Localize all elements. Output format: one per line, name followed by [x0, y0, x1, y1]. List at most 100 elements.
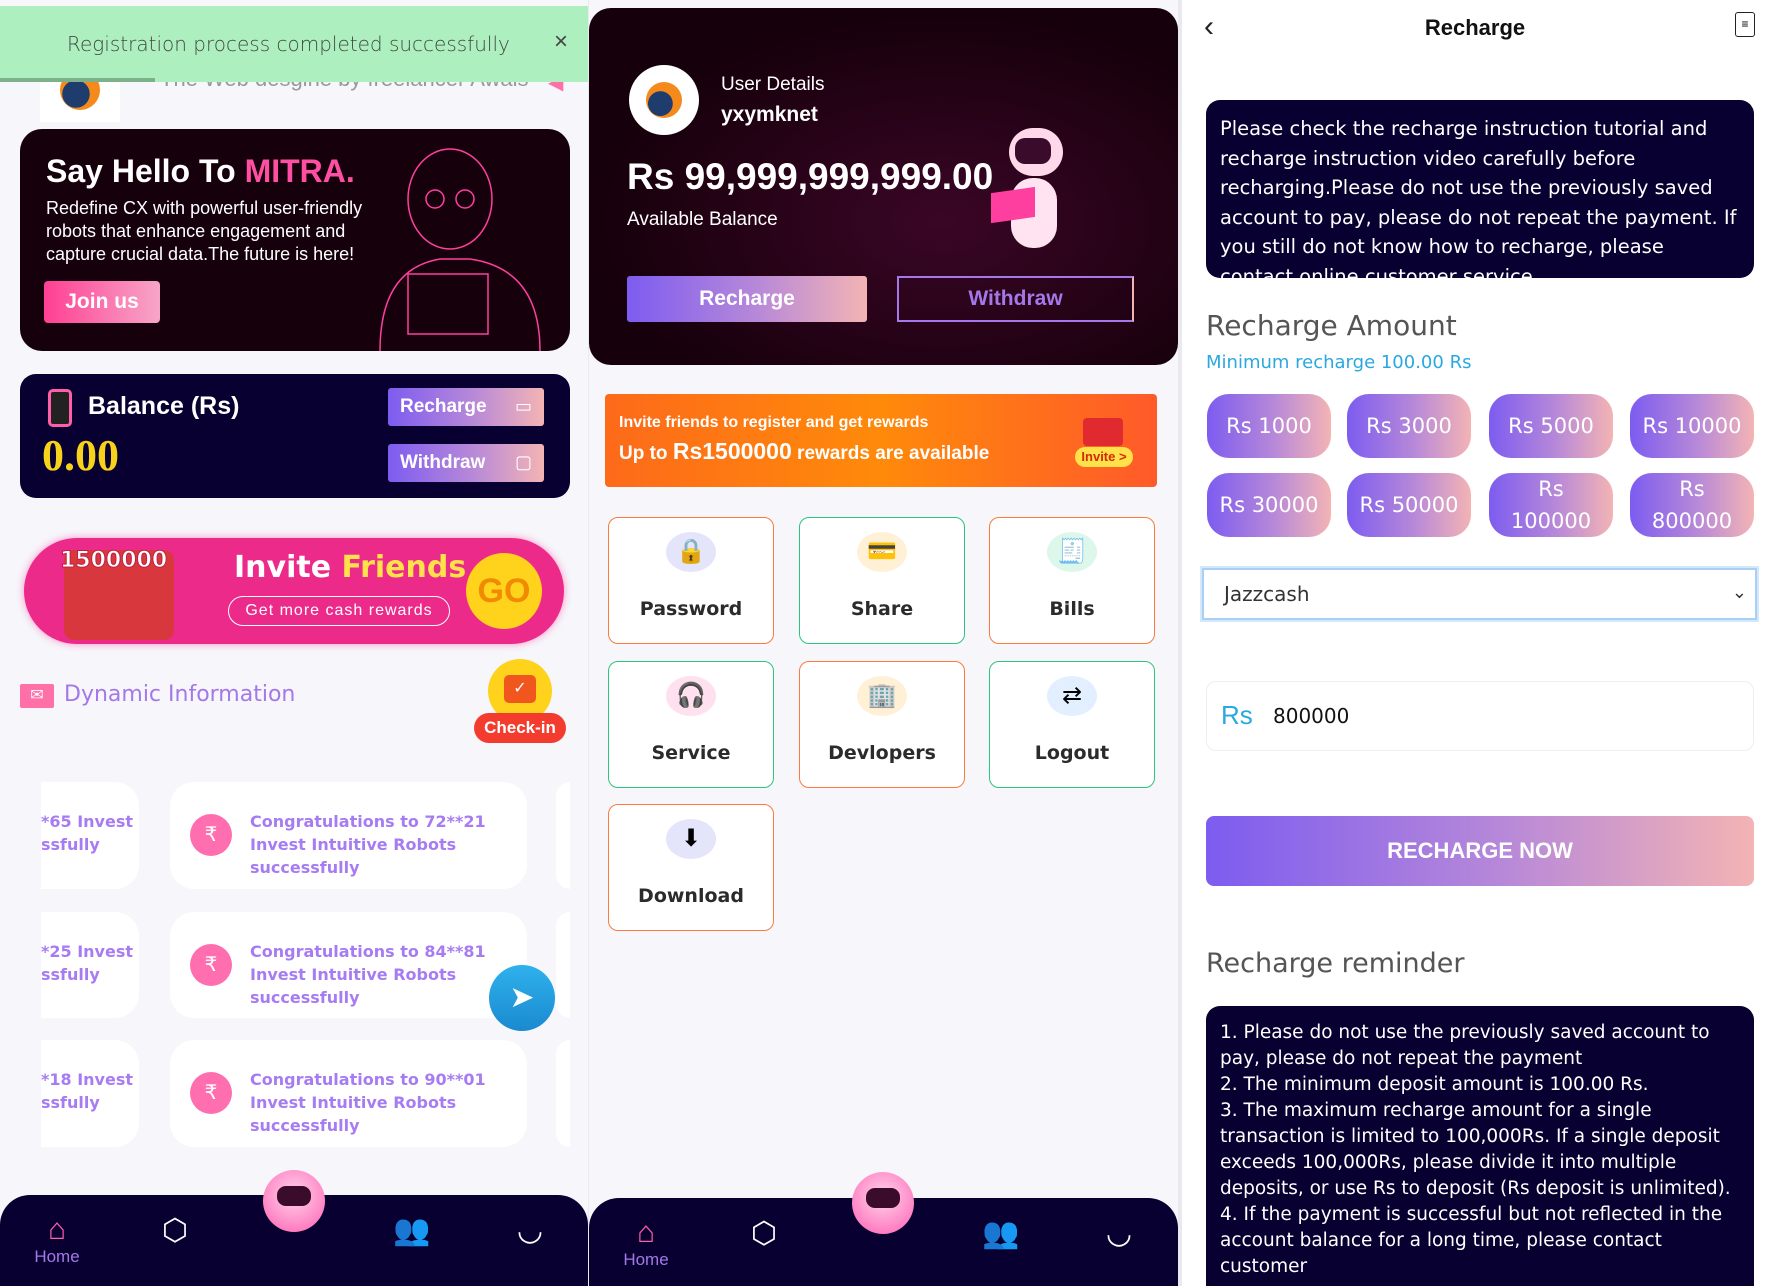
- news-partial-text: *25 Invest ssfully: [41, 942, 133, 984]
- payment-method-value: Jazzcash: [1224, 582, 1310, 606]
- amount-option-button[interactable]: Rs 10000: [1630, 394, 1754, 458]
- menu-tile-share[interactable]: 💳 Share: [799, 517, 965, 644]
- user-avatar: [629, 65, 699, 135]
- toast-progress: [0, 78, 155, 82]
- nav-products-cube-icon[interactable]: ⬡: [155, 1213, 195, 1253]
- lock-icon: 🔒: [666, 532, 716, 572]
- minimum-recharge-note: Minimum recharge 100.00 Rs: [1206, 352, 1472, 373]
- amount-option-button[interactable]: Rs 5000: [1489, 394, 1613, 458]
- news-item-partial: [556, 1040, 570, 1147]
- amount-input[interactable]: Rs 800000: [1206, 681, 1754, 751]
- banner-amount: Rs1500000: [672, 438, 792, 464]
- invite-title: Invite Friends: [234, 550, 466, 585]
- balance-withdraw-button[interactable]: Withdraw ▢: [388, 444, 544, 482]
- robot-outline-illustration: [379, 148, 541, 351]
- nav-profile-icon[interactable]: ◡: [510, 1213, 550, 1253]
- reminder-item: 3. The maximum recharge amount for a sin…: [1220, 1100, 1731, 1199]
- headset-icon: 🎧: [666, 676, 716, 716]
- news-text: Congratulations to 72**21 Invest Intuiti…: [250, 812, 486, 877]
- news-text: Congratulations to 90**01 Invest Intuiti…: [250, 1070, 486, 1135]
- tile-label: Password: [639, 598, 743, 620]
- menu-tile-service[interactable]: 🎧 Service: [608, 661, 774, 788]
- join-us-button[interactable]: Join us: [44, 281, 160, 323]
- nav-team-icon[interactable]: 👥: [392, 1213, 432, 1253]
- amount-value: 800000: [1273, 704, 1350, 728]
- record-document-icon[interactable]: ≡: [1735, 12, 1755, 37]
- instruction-box: Please check the recharge instruction tu…: [1206, 100, 1754, 288]
- hero-body: Redefine CX with powerful user-friendly …: [46, 198, 363, 264]
- payment-method-select[interactable]: Jazzcash ⌄: [1202, 568, 1757, 620]
- banner-line2: Up to Rs1500000 rewards are available: [619, 438, 989, 465]
- user-card: User Details yxymknet Rs 99,999,999,999.…: [589, 8, 1178, 365]
- amount-option-button[interactable]: Rs 3000: [1347, 394, 1471, 458]
- recharge-label: Recharge: [400, 396, 487, 417]
- user-details-label: User Details: [721, 74, 825, 95]
- tile-label: Logout: [1034, 742, 1110, 764]
- robot-laptop-illustration: [991, 118, 1063, 248]
- menu-tile-bills[interactable]: 🧾 Bills: [989, 517, 1155, 644]
- currency-label: Rs: [1221, 700, 1253, 730]
- banner-invite-button[interactable]: Invite >: [1075, 447, 1133, 467]
- balance-card: Balance (Rs) 0.00 Recharge ▭ Withdraw ▢: [20, 374, 570, 498]
- balance-recharge-button[interactable]: Recharge ▭: [388, 388, 544, 426]
- card-icon: 💳: [857, 532, 907, 572]
- swap-icon: ⇄: [1047, 676, 1097, 716]
- download-icon: ⬇: [666, 819, 716, 859]
- invite-friends-banner[interactable]: 1500000 Invite Friends Get more cash rew…: [24, 538, 564, 644]
- news-partial-text: *65 Invest ssfully: [41, 812, 133, 854]
- nav-home-label[interactable]: Home: [27, 1247, 87, 1267]
- recharge-now-button[interactable]: RECHARGE NOW: [1206, 816, 1754, 886]
- amount-option-button[interactable]: Rs 1000: [1207, 394, 1331, 458]
- amount-option-button[interactable]: Rs 100000: [1489, 473, 1613, 537]
- banner-line1: Invite friends to register and get rewar…: [619, 414, 929, 431]
- banner-line2-c: rewards are available: [791, 443, 990, 464]
- profile-panel: User Details yxymknet Rs 99,999,999,999.…: [589, 0, 1178, 1286]
- hero-title-prefix: Say Hello To: [46, 153, 245, 189]
- amount-option-button[interactable]: Rs 30000: [1207, 473, 1331, 537]
- wallet-rupee-icon: ₹: [190, 1072, 232, 1114]
- chevron-down-icon: ⌄: [1731, 582, 1747, 602]
- news-item-partial: [556, 912, 570, 1018]
- user-withdraw-button[interactable]: Withdraw: [897, 276, 1134, 322]
- tile-label: Bills: [1049, 598, 1095, 620]
- wallet-rupee-icon: ₹: [190, 814, 232, 856]
- news-item-partial: [556, 782, 570, 889]
- reminder-item: 2. The minimum deposit amount is 100.00 …: [1220, 1074, 1649, 1095]
- user-recharge-button[interactable]: Recharge: [627, 276, 867, 322]
- tile-label: Download: [638, 885, 744, 907]
- news-item: ₹ Congratulations to 90**01 Invest Intuit…: [170, 1040, 527, 1147]
- reminder-item: 1. Please do not use the previously save…: [1220, 1022, 1710, 1069]
- go-button[interactable]: GO: [466, 553, 542, 629]
- invite-rewards-banner[interactable]: Invite friends to register and get rewar…: [605, 394, 1157, 487]
- nav-robot-button[interactable]: [852, 1172, 914, 1234]
- dynamic-information-title: Dynamic Information: [64, 682, 296, 707]
- recharge-panel: ‹ Recharge ≡ Please check the recharge i…: [1182, 0, 1768, 1286]
- reward-envelope-icon: [1083, 418, 1123, 446]
- nav-products-cube-icon[interactable]: ⬡: [744, 1216, 784, 1256]
- nav-robot-button[interactable]: [263, 1170, 325, 1232]
- menu-tile-devlopers[interactable]: 🏢 Devlopers: [799, 661, 965, 788]
- invite-title-b: Friends: [341, 550, 467, 585]
- menu-tile-logout[interactable]: ⇄ Logout: [989, 661, 1155, 788]
- news-item-partial: *65 Invest ssfully: [41, 782, 139, 889]
- nav-profile-icon[interactable]: ◡: [1099, 1216, 1139, 1256]
- banner-line2-a: Up to: [619, 443, 673, 464]
- nav-home-label[interactable]: Home: [616, 1250, 676, 1270]
- available-balance-value: Rs 99,999,999,999.00: [627, 156, 994, 197]
- menu-tile-download[interactable]: ⬇ Download: [608, 804, 774, 931]
- tile-label: Devlopers: [828, 742, 936, 764]
- amount-option-button[interactable]: Rs 50000: [1347, 473, 1471, 537]
- toast-message: Registration process completed successfu…: [67, 32, 510, 56]
- check-in-button[interactable]: ✓ Check-in: [474, 657, 566, 745]
- menu-tile-password[interactable]: 🔒 Password: [608, 517, 774, 644]
- toast-close-button[interactable]: ×: [554, 28, 568, 56]
- withdraw-label: Withdraw: [400, 452, 486, 473]
- telegram-button[interactable]: ➤: [489, 965, 555, 1031]
- amount-option-button[interactable]: Rs 800000: [1630, 473, 1754, 537]
- logo-icon: [646, 82, 682, 118]
- balance-value: 0.00: [42, 431, 119, 480]
- news-item-partial: *25 Invest ssfully: [41, 912, 139, 1018]
- recharge-amount-title: Recharge Amount: [1206, 309, 1457, 342]
- nav-team-icon[interactable]: 👥: [981, 1216, 1021, 1256]
- recharge-reminder-title: Recharge reminder: [1206, 948, 1465, 979]
